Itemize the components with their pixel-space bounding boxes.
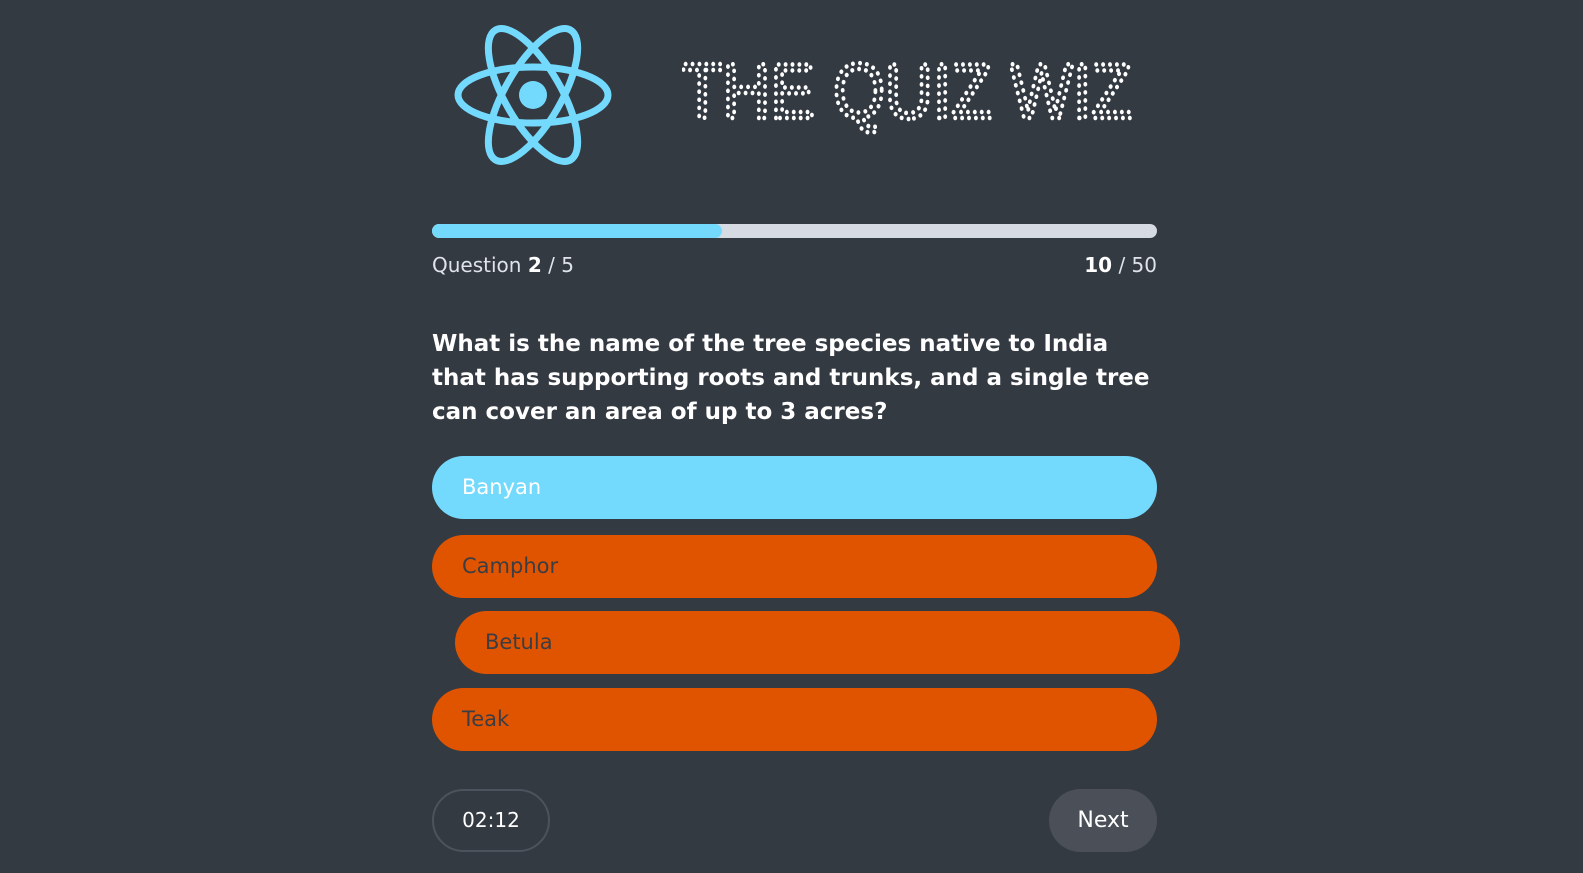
react-atom-icon [454, 25, 612, 165]
question-counter-label: Question [432, 253, 522, 277]
header: THE QUIZ WIZ [432, 0, 1157, 190]
score-current: 10 [1084, 253, 1113, 277]
question-counter: Question 2 / 5 [432, 253, 574, 277]
progress-bar-fill [432, 224, 722, 238]
question-counter-total: 5 [561, 253, 574, 277]
countdown-timer: 02:12 [432, 789, 550, 852]
next-button[interactable]: Next [1049, 789, 1157, 852]
answer-option-teak[interactable]: Teak [432, 688, 1157, 751]
quiz-app: THE QUIZ WIZ Question 2 / 5 10 / 50 What… [432, 0, 1180, 873]
app-title-text: THE QUIZ WIZ [682, 47, 1132, 135]
app-title: THE QUIZ WIZ [682, 46, 1134, 136]
question-counter-separator: / [541, 253, 562, 277]
score-counter: 10 / 50 [1084, 253, 1157, 277]
score-total: 50 [1131, 253, 1157, 277]
quiz-stats: Question 2 / 5 10 / 50 [432, 253, 1157, 283]
question-counter-current: 2 [527, 253, 542, 277]
question-text: What is the name of the tree species nat… [432, 331, 1150, 425]
score-separator: / [1112, 253, 1132, 277]
progress-bar [432, 224, 1157, 238]
answer-option-camphor[interactable]: Camphor [432, 535, 1157, 598]
answer-option-betula[interactable]: Betula [455, 611, 1180, 674]
answer-option-banyan[interactable]: Banyan [432, 456, 1157, 519]
